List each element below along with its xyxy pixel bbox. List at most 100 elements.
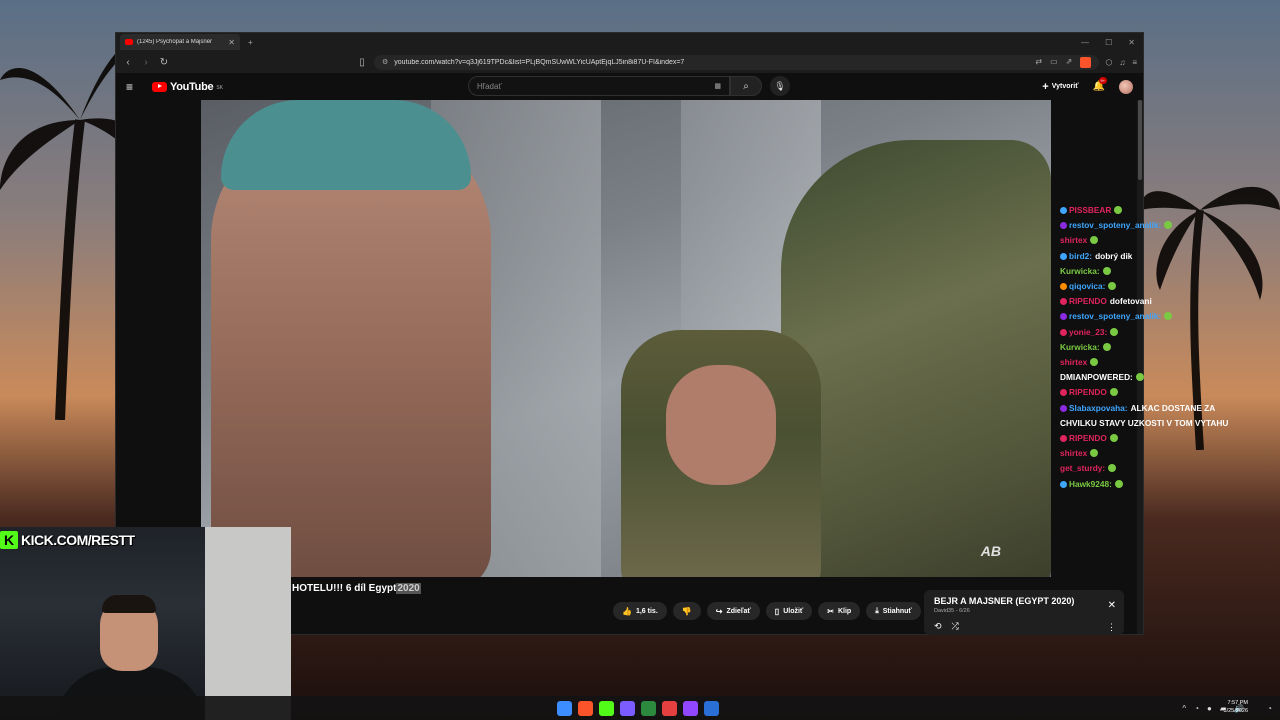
create-button[interactable]: + Vytvoriť bbox=[1042, 81, 1078, 93]
chat-username[interactable]: get_sturdy: bbox=[1060, 463, 1105, 473]
chat-username[interactable]: yonie_23: bbox=[1069, 327, 1107, 337]
chat-username[interactable]: Kurwicka: bbox=[1060, 266, 1100, 276]
microphone-tray-icon[interactable]: ● bbox=[1207, 704, 1212, 713]
chat-username[interactable]: DMIANPOWERED: bbox=[1060, 372, 1133, 382]
tab-youtube[interactable]: (1245) Psychopat a Majsner ✕ bbox=[120, 34, 240, 50]
taskbar-app-icon[interactable] bbox=[620, 700, 635, 716]
reload-icon[interactable]: ↻ bbox=[158, 57, 170, 68]
maximize-icon[interactable]: ☐ bbox=[1105, 38, 1112, 47]
save-label: Uložiť bbox=[783, 607, 804, 615]
taskbar-app-icon[interactable] bbox=[641, 700, 656, 716]
video-title-text: HOTELU!!! 6 díl Egypt bbox=[292, 583, 397, 594]
hamburger-menu-icon[interactable]: ≡ bbox=[126, 80, 146, 94]
chat-username[interactable]: RIPENDO bbox=[1069, 387, 1107, 397]
shuffle-icon[interactable]: ⤮ bbox=[952, 621, 959, 632]
clock[interactable]: 7:57 PM 3/25/2026 bbox=[1224, 699, 1248, 715]
taskbar-app-icon[interactable] bbox=[683, 700, 698, 716]
voice-search-button[interactable]: 🎙 bbox=[770, 76, 790, 96]
keyboard-icon[interactable]: ▦ bbox=[714, 82, 721, 90]
video-title-year: 2020 bbox=[396, 583, 421, 594]
save-button[interactable]: ▯ Uložiť bbox=[765, 602, 813, 620]
chat-username[interactable]: RIPENDO bbox=[1069, 296, 1107, 306]
navigation-bar: ‹ › ↻ ▯ ⚙ youtube.com/watch?v=q3Jj619TPD… bbox=[116, 51, 1143, 73]
scrollbar-thumb[interactable] bbox=[1138, 100, 1142, 180]
country-code: SK bbox=[216, 84, 223, 91]
chat-username[interactable]: Hawk9248: bbox=[1069, 479, 1112, 489]
chat-emote-icon bbox=[1114, 479, 1123, 488]
chat-emote-icon bbox=[1135, 373, 1144, 382]
media-icon[interactable]: ♫ bbox=[1119, 58, 1125, 67]
chat-text: dobrý dik bbox=[1095, 250, 1133, 261]
chat-username[interactable]: RIPENDO bbox=[1069, 433, 1107, 443]
chat-text: ALKAC DOSTANE ZA bbox=[1130, 402, 1216, 413]
playlist-menu-icon[interactable]: ⋮ bbox=[1107, 622, 1116, 633]
download-button[interactable]: ⤓ Stiahnuť bbox=[866, 602, 921, 620]
kick-url: KICK.COM/RESTT bbox=[21, 532, 135, 548]
chevron-up-icon[interactable]: ^ bbox=[1182, 704, 1186, 713]
bookmark-save-icon: ▯ bbox=[774, 606, 780, 616]
video-player[interactable]: AB bbox=[201, 100, 1051, 577]
menu-icon[interactable]: ≡ bbox=[1132, 58, 1137, 67]
loop-icon[interactable]: ⟲ bbox=[934, 621, 942, 632]
minimize-icon[interactable]: — bbox=[1081, 38, 1089, 47]
chat-message: CHVILKU STAVY UZKOSTI V TOM VYTAHU bbox=[1060, 416, 1240, 431]
url-text[interactable]: youtube.com/watch?v=q3Jj619TPDc&list=PLj… bbox=[394, 59, 1029, 66]
like-button[interactable]: 👍 1,6 tis. bbox=[613, 602, 667, 620]
site-settings-icon[interactable]: ⚙ bbox=[382, 58, 388, 66]
chat-username[interactable]: qiqovica: bbox=[1069, 281, 1105, 291]
chat-emote-icon bbox=[1108, 464, 1117, 473]
youtube-logo[interactable]: YouTube SK bbox=[152, 81, 223, 93]
tab-title: (1245) Psychopat a Majsner bbox=[137, 39, 213, 45]
taskbar-app-icon[interactable] bbox=[704, 700, 719, 716]
account-avatar[interactable] bbox=[1119, 79, 1133, 94]
chat-badge-icon bbox=[1060, 389, 1067, 397]
clip-button[interactable]: ✂ Klip bbox=[818, 602, 861, 620]
chat-username[interactable]: restov_spoteny_analik: bbox=[1069, 311, 1161, 321]
chat-username[interactable]: Kurwicka: bbox=[1060, 342, 1100, 352]
notification-center-icon[interactable]: ◔ bbox=[1267, 704, 1272, 713]
back-arrow-icon[interactable]: ‹ bbox=[122, 57, 134, 68]
brave-shield-icon[interactable] bbox=[1080, 56, 1092, 68]
extensions-icon[interactable]: ⬡ bbox=[1105, 58, 1112, 67]
taskbar-app-icon[interactable] bbox=[662, 700, 677, 716]
search-button[interactable]: ⌕ bbox=[730, 76, 762, 96]
share-button[interactable]: ↪ Zdieľať bbox=[706, 602, 760, 620]
taskbar-app-icon[interactable] bbox=[599, 700, 614, 716]
create-label: Vytvoriť bbox=[1051, 83, 1079, 90]
chat-username[interactable]: shirtex bbox=[1060, 448, 1087, 458]
chat-message: shirtex bbox=[1060, 233, 1240, 248]
close-window-icon[interactable]: ✕ bbox=[1128, 38, 1135, 47]
taskbar-app-icon[interactable] bbox=[578, 700, 593, 716]
close-icon[interactable]: ✕ bbox=[1108, 600, 1116, 611]
chat-username[interactable]: restov_spoteny_analik: bbox=[1069, 220, 1161, 230]
chat-message: Slabaxpovaha: ALKAC DOSTANE ZA bbox=[1060, 401, 1240, 416]
dislike-button[interactable]: 👎 bbox=[672, 602, 701, 620]
chat-message: restov_spoteny_analik: bbox=[1060, 309, 1240, 324]
search-input[interactable] bbox=[477, 81, 715, 91]
chat-username[interactable]: bird2: bbox=[1069, 251, 1092, 261]
chat-badge-icon bbox=[1060, 222, 1067, 230]
chat-emote-icon bbox=[1109, 434, 1118, 443]
forward-arrow-icon[interactable]: › bbox=[140, 57, 152, 68]
translate-icon[interactable]: ⇄ bbox=[1035, 57, 1042, 68]
notifications-button[interactable]: 🔔 9+ bbox=[1093, 77, 1108, 92]
chat-username[interactable]: PISSBEAR bbox=[1069, 205, 1111, 215]
bookmark-icon[interactable]: ▯ bbox=[356, 57, 368, 68]
chat-username[interactable]: shirtex bbox=[1060, 235, 1087, 245]
taskbar-app-icon[interactable] bbox=[557, 700, 572, 716]
chat-username[interactable]: Slabaxpovaha: bbox=[1069, 403, 1128, 413]
new-tab-icon[interactable]: + bbox=[248, 38, 253, 47]
chat-username[interactable]: shirtex bbox=[1060, 357, 1087, 367]
share-page-icon[interactable]: ⇗ bbox=[1066, 57, 1073, 68]
chat-message: qiqovica: bbox=[1060, 279, 1240, 294]
address-bar[interactable]: ⚙ youtube.com/watch?v=q3Jj619TPDc&list=P… bbox=[374, 54, 1100, 70]
reader-mode-icon[interactable]: ▭ bbox=[1050, 57, 1058, 68]
clock-time: 7:57 PM bbox=[1227, 700, 1248, 706]
close-tab-icon[interactable]: ✕ bbox=[228, 38, 235, 47]
taskbar: ^ ◔ ● ▰ 🔊 7:57 PM 3/25/2026 ◔ bbox=[0, 696, 1280, 720]
playlist-miniplayer[interactable]: BEJR A MAJSNER (EGYPT 2020) David35 - 6/… bbox=[924, 590, 1124, 635]
playlist-title[interactable]: BEJR A MAJSNER (EGYPT 2020) bbox=[934, 596, 1114, 606]
network-icon[interactable]: ◔ bbox=[1194, 704, 1199, 713]
chat-message: Kurwicka: bbox=[1060, 264, 1240, 279]
channel-watermark[interactable]: AB bbox=[981, 543, 1001, 559]
